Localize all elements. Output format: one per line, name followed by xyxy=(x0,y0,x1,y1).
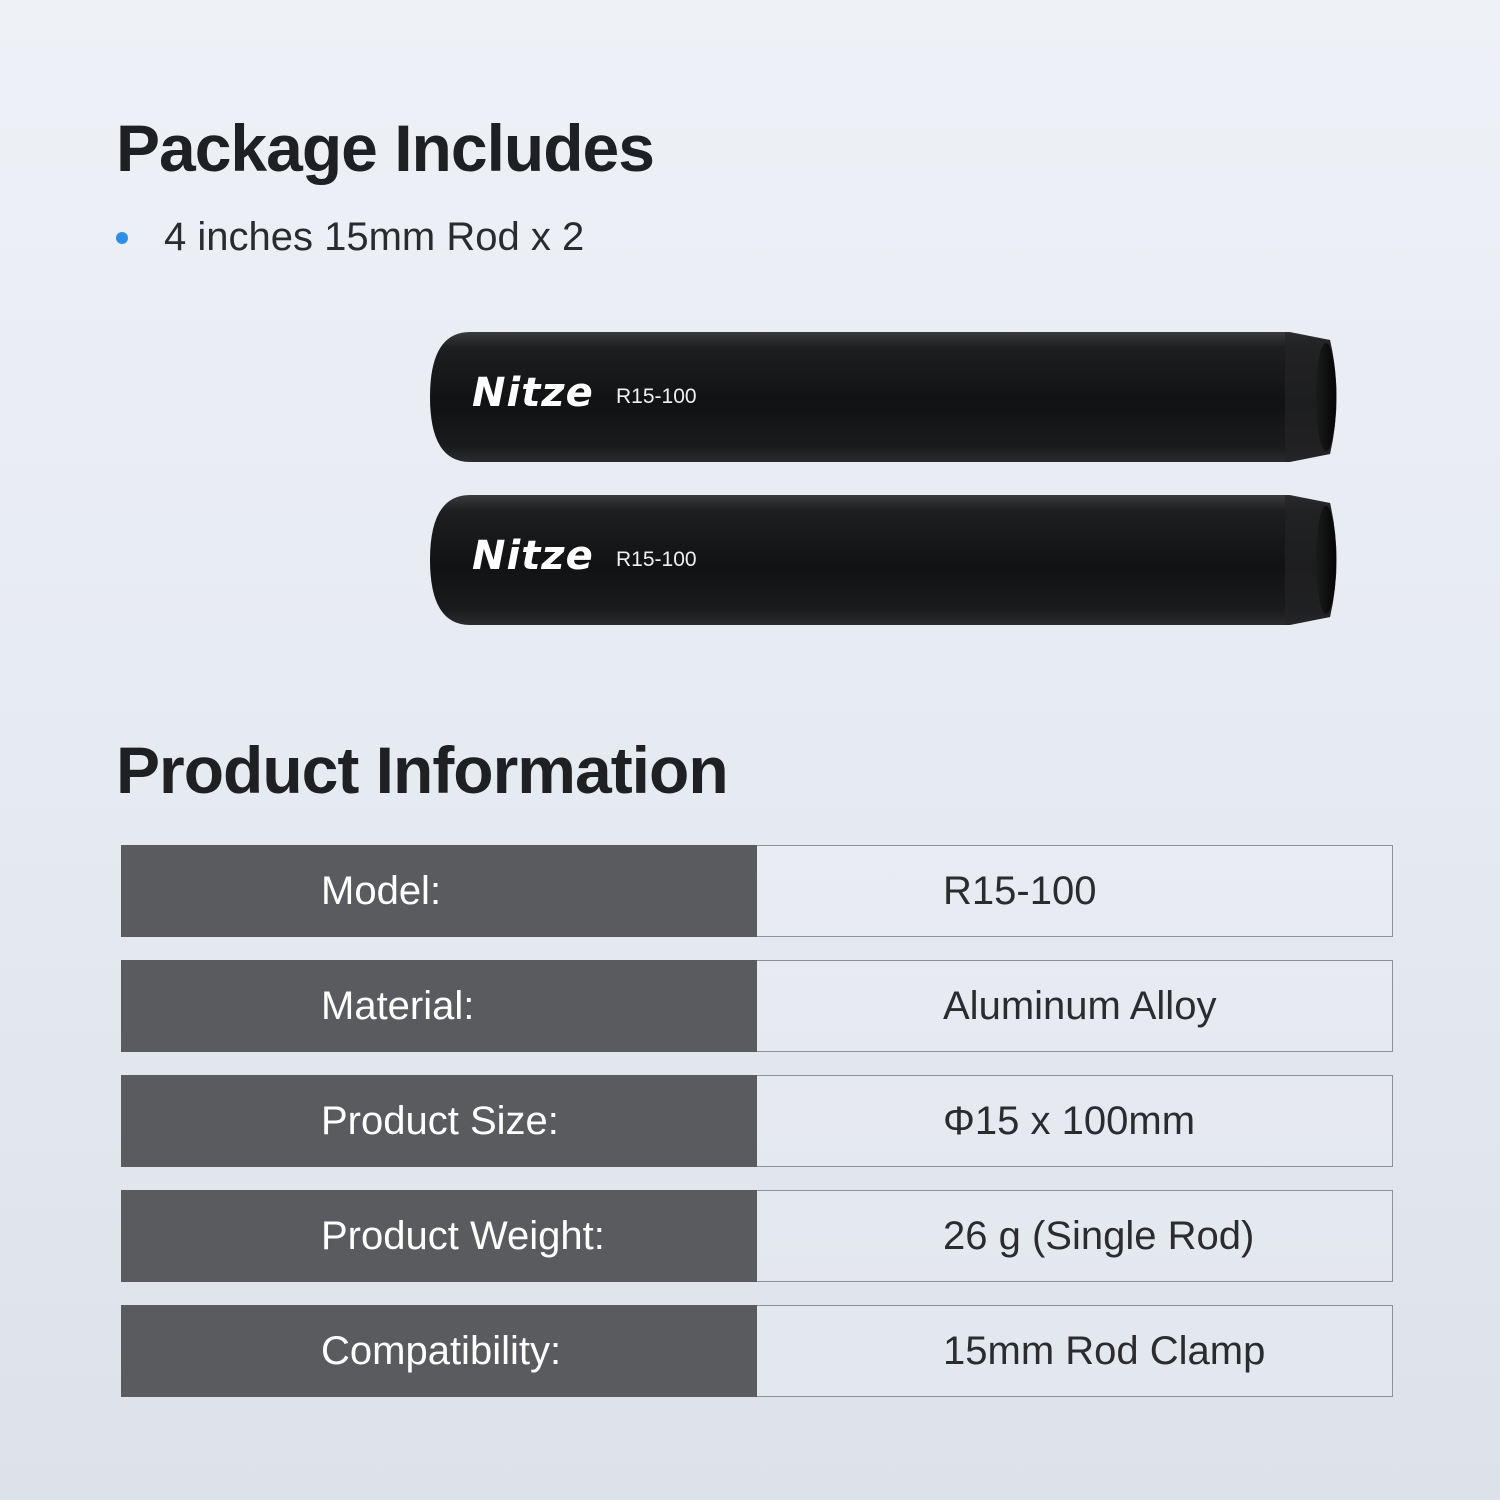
spec-row-compatibility: Compatibility: 15mm Rod Clamp xyxy=(121,1305,1393,1397)
bullet-icon xyxy=(116,231,128,244)
spec-value: Φ15 x 100mm xyxy=(757,1075,1393,1167)
spec-table: Model: R15-100 Material: Aluminum Alloy … xyxy=(121,845,1393,1420)
spec-label: Product Size: xyxy=(121,1075,757,1167)
spec-value: R15-100 xyxy=(757,845,1393,937)
spec-label: Product Weight: xyxy=(121,1190,757,1282)
package-includes-title: Package Includes xyxy=(116,111,655,185)
rod-model-text: R15-100 xyxy=(616,548,697,571)
spec-label: Model: xyxy=(121,845,757,937)
spec-value: 15mm Rod Clamp xyxy=(757,1305,1393,1397)
product-information-title: Product Information xyxy=(116,733,729,807)
spec-row-size: Product Size: Φ15 x 100mm xyxy=(121,1075,1393,1167)
spec-label: Compatibility: xyxy=(121,1305,757,1397)
rod-image: Nitze R15-100 xyxy=(430,330,1343,464)
spec-value: Aluminum Alloy xyxy=(757,960,1393,1052)
package-item: 4 inches 15mm Rod x 2 xyxy=(116,215,584,260)
rod-image: Nitze R15-100 xyxy=(430,493,1343,627)
spec-label: Material: xyxy=(121,960,757,1052)
rod-brand-logo: Nitze xyxy=(472,533,594,579)
spec-row-model: Model: R15-100 xyxy=(121,845,1393,937)
spec-value: 26 g (Single Rod) xyxy=(757,1190,1393,1282)
rod-brand-logo: Nitze xyxy=(472,370,594,416)
spec-row-weight: Product Weight: 26 g (Single Rod) xyxy=(121,1190,1393,1282)
rod-model-text: R15-100 xyxy=(616,385,697,408)
package-item-text: 4 inches 15mm Rod x 2 xyxy=(164,215,585,259)
spec-row-material: Material: Aluminum Alloy xyxy=(121,960,1393,1052)
